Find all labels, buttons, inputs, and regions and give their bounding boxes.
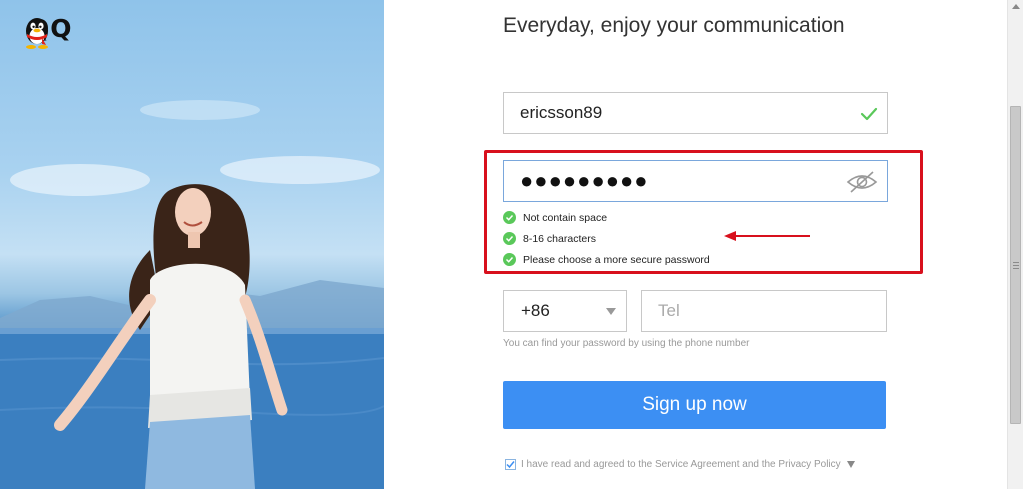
expand-triangle-icon[interactable] xyxy=(846,461,855,468)
penguin-icon xyxy=(26,18,48,49)
checkmark-icon xyxy=(506,461,515,469)
scroll-grip-icon xyxy=(1013,262,1019,271)
scrollbar-thumb[interactable] xyxy=(1010,106,1021,424)
promo-photo xyxy=(0,100,384,489)
page-headline: Everyday, enjoy your communication xyxy=(503,14,845,37)
phone-input[interactable] xyxy=(642,292,886,330)
phone-hint: You can find your password by using the … xyxy=(503,338,750,349)
username-field[interactable] xyxy=(503,92,888,134)
annotation-highlight-box xyxy=(484,150,923,274)
dropdown-caret-icon xyxy=(606,308,616,315)
sign-up-button[interactable]: Sign up now xyxy=(503,381,886,429)
vertical-scrollbar[interactable] xyxy=(1007,0,1023,489)
country-code-value: +86 xyxy=(521,301,550,320)
country-code-select[interactable]: +86 xyxy=(503,290,627,332)
username-input[interactable] xyxy=(504,94,850,132)
valid-check-icon xyxy=(860,107,878,121)
qq-logo: QQ xyxy=(22,14,73,49)
agreement-checkbox[interactable] xyxy=(505,459,516,470)
scroll-up-arrow-icon[interactable] xyxy=(1012,4,1020,9)
phone-field[interactable] xyxy=(641,290,887,332)
annotation-arrow-icon xyxy=(724,231,810,241)
promo-panel: QQ xyxy=(0,0,384,489)
agreement-text: I have read and agreed to the Service Ag… xyxy=(521,459,841,470)
agreement-row: I have read and agreed to the Service Ag… xyxy=(505,459,855,470)
